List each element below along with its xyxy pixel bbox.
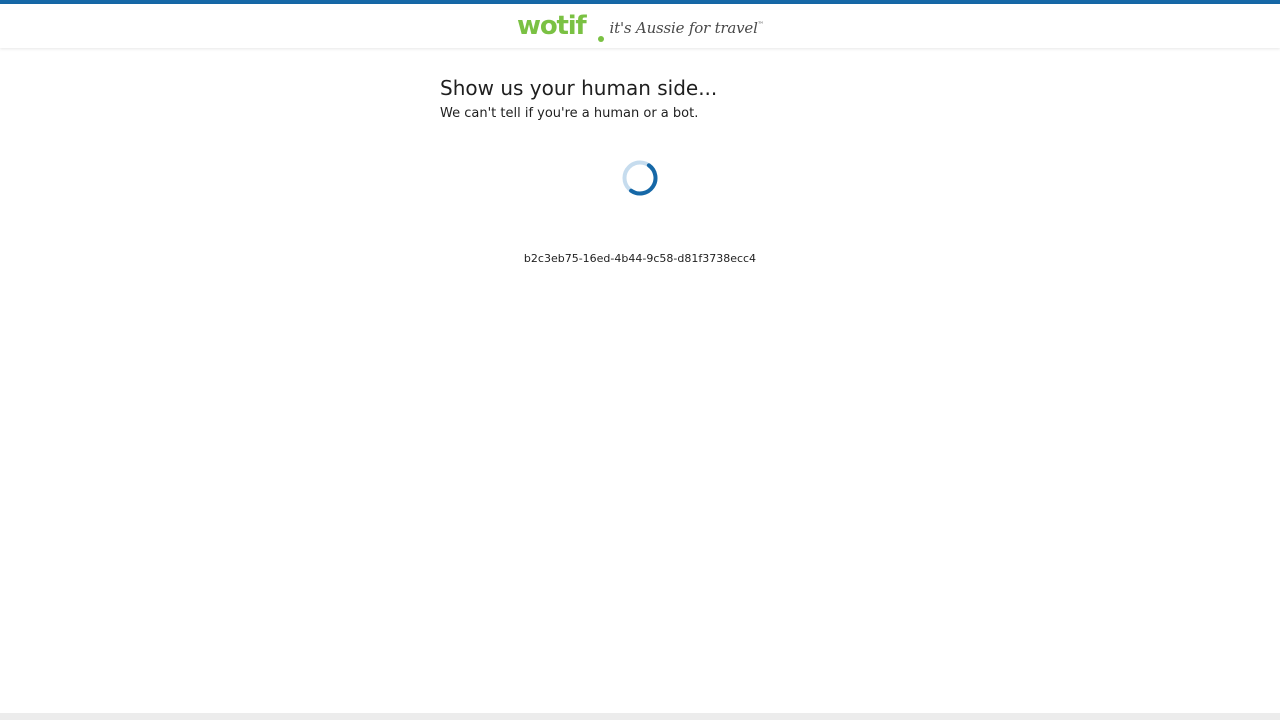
page-title: Show us your human side...	[440, 76, 718, 100]
loading-spinner-icon	[622, 160, 658, 196]
challenge-message: We can't tell if you're a human or a bot…	[440, 106, 699, 121]
trademark-symbol: ™	[757, 21, 764, 28]
brand-lockup[interactable]: wotif it's Aussie for travel™	[517, 4, 764, 48]
svg-text:wotif: wotif	[517, 11, 587, 41]
site-header: wotif it's Aussie for travel™	[0, 4, 1280, 48]
reference-id: b2c3eb75-16ed-4b44-9c58-d81f3738ecc4	[523, 252, 757, 265]
wotif-logo: wotif	[517, 11, 604, 42]
challenge-content: Show us your human side... We can't tell…	[440, 74, 840, 123]
captcha-page: wotif it's Aussie for travel™ Show us yo…	[0, 0, 1280, 720]
spinner-arc	[629, 163, 658, 196]
brand-tagline: it's Aussie for travel™	[609, 19, 764, 37]
bottom-bar	[0, 713, 1280, 720]
